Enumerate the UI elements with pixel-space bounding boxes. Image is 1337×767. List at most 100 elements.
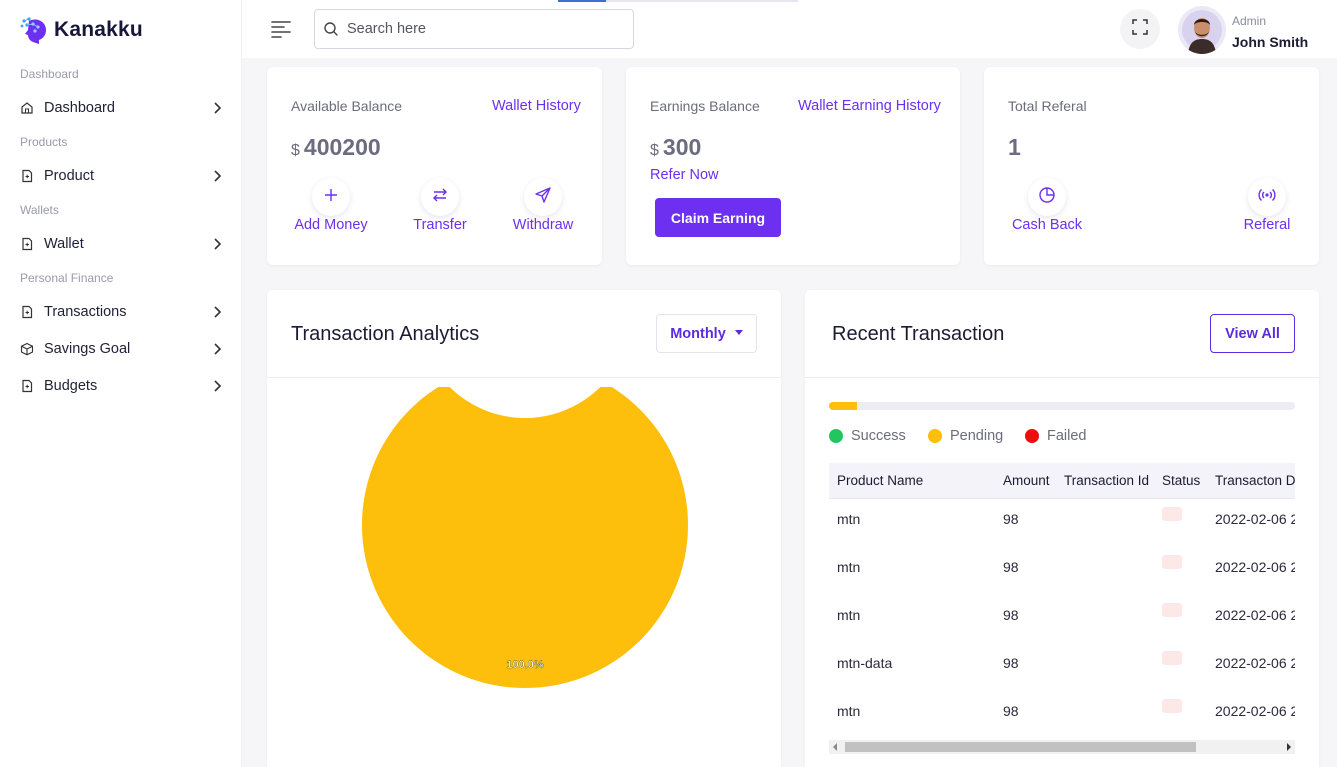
sidebar-item-label: Product [44, 168, 94, 184]
earnings-balance-label: Earnings Balance [650, 98, 760, 114]
app-name: Kanakku [54, 18, 143, 41]
app-logo[interactable]: Kanakku [20, 14, 143, 46]
nav-section-wallets: Wallets [20, 203, 59, 217]
status-badge [1162, 651, 1182, 665]
sidebar-item-dashboard[interactable]: Dashboard [20, 93, 226, 123]
transfer-icon [431, 186, 449, 209]
search-input[interactable] [347, 21, 607, 37]
recent-transaction-title: Recent Transaction [832, 323, 1005, 345]
broadcast-icon [1258, 186, 1276, 209]
transfer-button[interactable]: Transfer [390, 178, 490, 233]
sidebar-item-label: Budgets [44, 378, 98, 394]
sidebar-item-label: Savings Goal [44, 341, 131, 357]
donut-slice-pending[interactable] [362, 387, 688, 688]
nav-section-personal-finance: Personal Finance [20, 271, 114, 285]
referal-button[interactable]: Referal [1217, 178, 1317, 233]
cell-amount: 98 [1003, 655, 1019, 671]
horizontal-scrollbar[interactable] [829, 740, 1295, 754]
cell-amount: 98 [1003, 607, 1019, 623]
cell-product: mtn [837, 559, 861, 575]
cell-date: 2022-02-06 2 [1215, 607, 1295, 623]
panel-divider [805, 377, 1319, 378]
search-box[interactable] [314, 9, 634, 49]
menu-toggle-icon[interactable] [270, 19, 292, 39]
file-icon [20, 237, 34, 251]
sidebar-item-budgets[interactable]: Budgets [20, 371, 226, 401]
add-money-button[interactable]: Add Money [281, 178, 381, 233]
column-header: Transaction Id [1064, 473, 1150, 488]
column-header: Transacton Date [1215, 473, 1295, 488]
nav-section-products: Products [20, 135, 68, 149]
available-balance-amount: $400200 [291, 134, 381, 160]
donut-data-label: 100.0% [506, 659, 544, 671]
file-icon [20, 169, 34, 183]
failed-dot [1025, 429, 1039, 443]
total-referal-label: Total Referal [1008, 98, 1087, 114]
sidebar-item-label: Wallet [44, 236, 84, 252]
sidebar-item-savings-goal[interactable]: Savings Goal [20, 334, 226, 364]
chevron-right-icon [210, 101, 224, 115]
cell-product: mtn [837, 511, 861, 527]
cell-product: mtn [837, 607, 861, 623]
period-dropdown[interactable]: Monthly [656, 314, 757, 353]
user-role: Admin [1232, 14, 1267, 28]
cell-product: mtn-data [837, 655, 893, 671]
user-name: John Smith [1232, 34, 1309, 50]
transactions-table: Product Name Amount Transaction Id Statu… [829, 463, 1295, 731]
sidebar-item-wallet[interactable]: Wallet [20, 229, 226, 259]
pending-dot [928, 429, 942, 443]
nav-section-dashboard: Dashboard [20, 67, 79, 81]
refer-now-link[interactable]: Refer Now [650, 167, 719, 183]
recent-transaction-panel: Recent Transaction View All Success Pend… [805, 290, 1319, 767]
page-loader-bar [558, 0, 798, 2]
box-icon [20, 342, 34, 356]
fullscreen-icon [1131, 18, 1149, 41]
available-balance-label: Available Balance [291, 98, 403, 114]
wallet-history-link[interactable]: Wallet History [492, 98, 581, 114]
avatar[interactable] [1178, 6, 1226, 54]
donut-chart: 100.0% [362, 387, 688, 688]
cash-back-button[interactable]: Cash Back [997, 178, 1097, 233]
withdraw-button[interactable]: Withdraw [493, 178, 593, 233]
sidebar-item-product[interactable]: Product [20, 161, 226, 191]
transaction-analytics-title: Transaction Analytics [291, 323, 480, 345]
claim-earning-button[interactable]: Claim Earning [655, 198, 781, 237]
legend-success: Success [829, 428, 906, 444]
table-row[interactable]: mtn 98 2022-02-06 2 [829, 595, 1295, 643]
wallet-earning-history-link[interactable]: Wallet Earning History [798, 98, 941, 114]
chevron-right-icon [210, 379, 224, 393]
cell-date: 2022-02-06 2 [1215, 655, 1295, 671]
scrollbar-thumb[interactable] [845, 742, 1196, 752]
table-row[interactable]: mtn 98 2022-02-06 2 [829, 547, 1295, 595]
home-icon [20, 101, 34, 115]
sidebar-item-transactions[interactable]: Transactions [20, 297, 226, 327]
column-header: Amount [1003, 473, 1050, 488]
total-referal-card: Total Referal 1 Cash Back Referal [984, 67, 1319, 265]
status-badge [1162, 699, 1182, 713]
logo-icon [20, 15, 50, 45]
sidebar-item-label: Dashboard [44, 100, 115, 116]
table-row[interactable]: mtn 98 2022-02-06 2 [829, 499, 1295, 547]
scroll-left-arrow-icon[interactable] [833, 743, 837, 751]
caret-down-icon [734, 330, 743, 335]
view-all-button[interactable]: View All [1210, 314, 1295, 353]
fullscreen-button[interactable] [1120, 9, 1160, 49]
legend-pending: Pending [928, 428, 1003, 444]
table-row[interactable]: mtn 98 2022-02-06 2 [829, 691, 1295, 731]
status-badge [1162, 507, 1182, 521]
sidebar: Kanakku Dashboard Dashboard Products Pro… [0, 0, 242, 767]
pending-progress-fill [829, 402, 857, 410]
file-icon [20, 305, 34, 319]
chevron-right-icon [210, 237, 224, 251]
panel-divider [267, 377, 781, 378]
cell-date: 2022-02-06 2 [1215, 511, 1295, 527]
legend-failed: Failed [1025, 428, 1087, 444]
table-row[interactable]: mtn-data 98 2022-02-06 2 [829, 643, 1295, 691]
scroll-right-arrow-icon[interactable] [1287, 743, 1291, 751]
top-header: Admin John Smith [242, 0, 1337, 58]
send-icon [534, 186, 552, 209]
search-icon [323, 21, 339, 37]
transaction-status-progress [829, 402, 1295, 410]
cell-product: mtn [837, 703, 861, 719]
transaction-analytics-panel: Transaction Analytics Monthly 100.0% [267, 290, 781, 767]
